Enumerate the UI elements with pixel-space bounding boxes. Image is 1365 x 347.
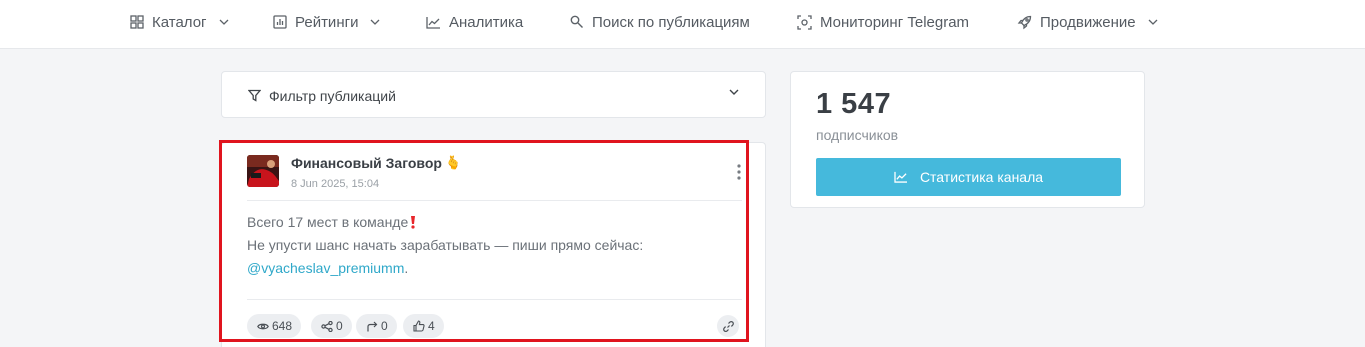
forwards-count: 0 [381, 319, 388, 333]
post-link-suffix: . [404, 260, 409, 276]
link-icon [722, 320, 734, 332]
nav-item-search[interactable]: Поиск по публикациям [570, 0, 750, 44]
likes-counter[interactable]: 4 [403, 314, 444, 338]
chevron-down-icon [219, 19, 228, 25]
nav-item-label: Аналитика [449, 13, 524, 31]
grid-icon [130, 15, 144, 29]
nav-item-ratings[interactable]: Рейтинги [273, 0, 380, 44]
post-mention-link[interactable]: @vyacheslav_premiumm [247, 260, 404, 276]
post-text-line-2: Не упусти шанс начать зарабатывать — пиш… [247, 237, 644, 253]
bar-chart-icon [273, 15, 287, 29]
nav-item-label: Поиск по публикациям [592, 13, 750, 31]
likes-count: 4 [428, 319, 435, 333]
more-options-icon[interactable] [735, 163, 743, 181]
exclamation-icon [411, 216, 416, 229]
chevron-down-icon [370, 19, 380, 25]
chevron-down-icon[interactable] [729, 89, 739, 95]
divider [247, 200, 742, 201]
nav-item-label: Продвижение [1040, 13, 1136, 31]
channel-name[interactable]: Финансовый Заговор 🫰 [291, 155, 461, 171]
nav-item-label: Мониторинг Telegram [820, 13, 970, 31]
channel-stats-button[interactable]: Статистика канала [816, 158, 1121, 196]
thumbs-up-icon [413, 320, 425, 332]
views-counter[interactable]: 648 [247, 314, 302, 338]
rocket-icon [1017, 15, 1032, 29]
nav-item-label: Рейтинги [295, 13, 359, 31]
views-count: 648 [272, 319, 293, 333]
filter-icon [248, 89, 261, 102]
shares-counter[interactable]: 0 [311, 314, 352, 338]
forward-icon [367, 321, 378, 331]
top-navigation: Каталог Рейтинги Аналитика Поиск по публ… [0, 0, 1365, 49]
copy-link-button[interactable] [717, 315, 739, 337]
post-text-line: Всего 17 мест в команде [247, 211, 737, 234]
post-card: Финансовый Заговор 🫰 8 Jun 2025, 15:04 В… [221, 142, 766, 347]
post-text-line-1: Всего 17 мест в команде [247, 214, 409, 230]
eye-icon [257, 323, 269, 329]
share-icon [321, 320, 333, 332]
nav-item-catalog[interactable]: Каталог [130, 0, 229, 44]
channel-name-text: Финансовый Заговор [291, 155, 442, 171]
channel-stats-button-label: Статистика канала [919, 169, 1044, 185]
filter-header: Фильтр публикаций [248, 72, 396, 119]
line-chart-icon [426, 16, 440, 29]
filter-label: Фильтр публикаций [269, 87, 396, 104]
post-text: Всего 17 мест в команде Не упусти шанс н… [247, 211, 737, 280]
channel-avatar[interactable] [247, 155, 279, 187]
subscribers-label: подписчиков [816, 127, 899, 143]
forwards-counter[interactable]: 0 [356, 314, 397, 338]
channel-stats-card: 1 547 подписчиков Статистика канала [790, 71, 1145, 208]
divider [247, 299, 742, 300]
post-date: 8 Jun 2025, 15:04 [291, 178, 380, 190]
nav-item-label: Каталог [152, 13, 207, 31]
publication-filter[interactable]: Фильтр публикаций [221, 71, 766, 118]
nav-item-promotion[interactable]: Продвижение [1017, 0, 1158, 44]
line-chart-icon [894, 171, 907, 183]
shares-count: 0 [336, 319, 343, 333]
channel-emoji: 🫰 [444, 155, 462, 170]
search-icon [570, 15, 583, 28]
monitor-icon [797, 14, 812, 30]
nav-item-monitoring[interactable]: Мониторинг Telegram [797, 0, 969, 44]
subscribers-count: 1 547 [816, 88, 892, 120]
nav-item-analytics[interactable]: Аналитика [426, 0, 523, 44]
chevron-down-icon [1148, 19, 1158, 25]
